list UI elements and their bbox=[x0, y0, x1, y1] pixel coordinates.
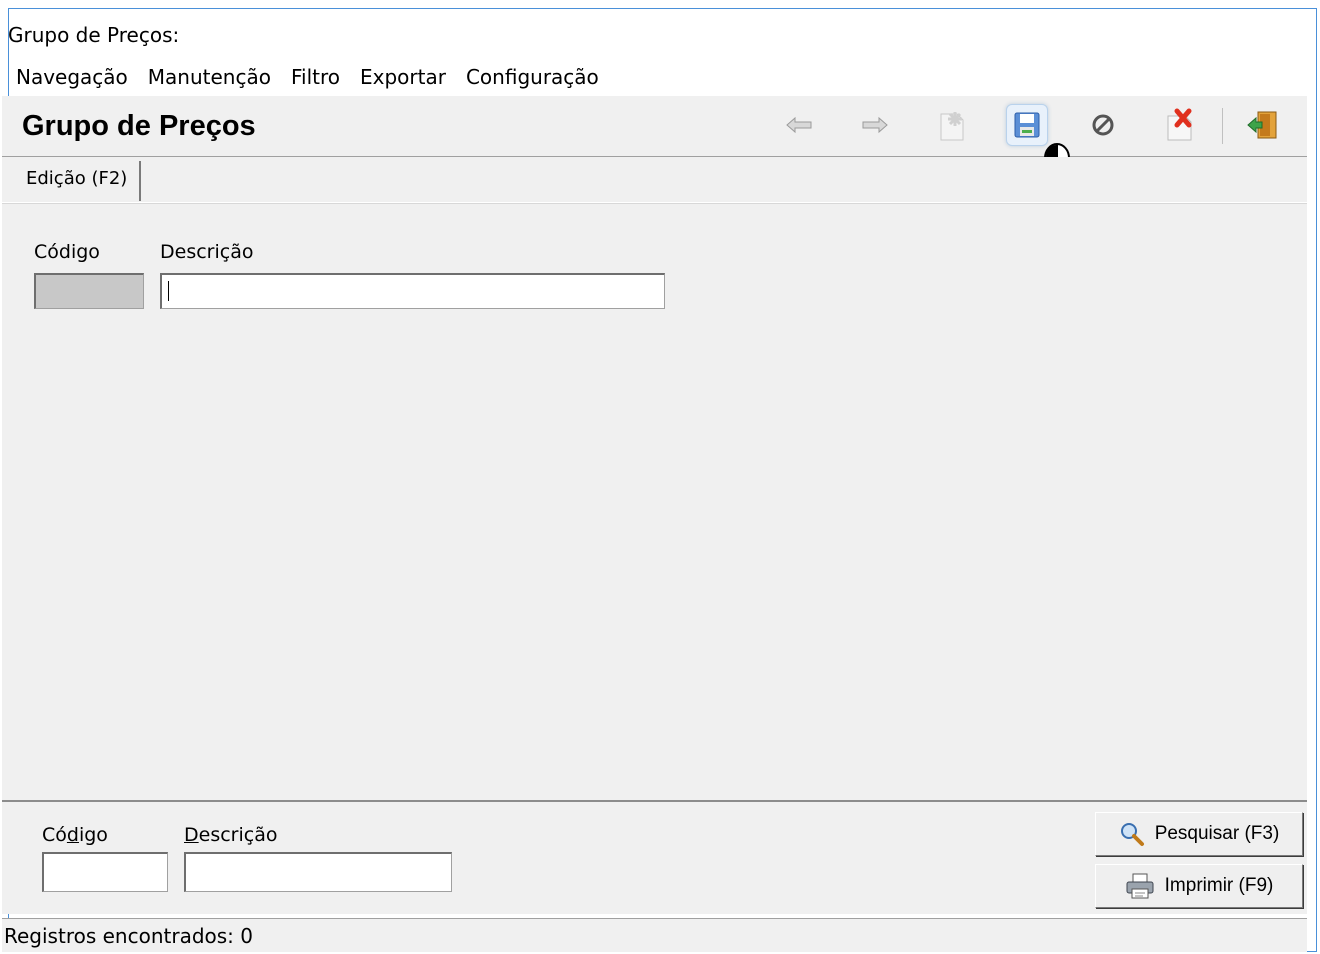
status-bar: Registros encontrados: 0 bbox=[2, 918, 1307, 952]
window-title: Grupo de Preços: bbox=[8, 23, 180, 47]
search-button-label: Pesquisar (F3) bbox=[1154, 823, 1280, 844]
arrow-left-icon bbox=[786, 116, 812, 134]
menu-filtro[interactable]: Filtro bbox=[281, 58, 350, 98]
page-title: Grupo de Preços bbox=[22, 110, 256, 142]
cancel-button[interactable] bbox=[1082, 104, 1124, 146]
tab-strip: Edição (F2) bbox=[2, 157, 1307, 203]
delete-button[interactable] bbox=[1158, 104, 1200, 146]
cancel-icon bbox=[1092, 114, 1114, 136]
descricao-label: Descrição bbox=[160, 241, 254, 263]
new-button[interactable] bbox=[930, 104, 972, 146]
menu-manutencao[interactable]: Manutenção bbox=[138, 58, 281, 98]
print-button-label: Imprimir (F9) bbox=[1164, 875, 1274, 896]
previous-button[interactable] bbox=[778, 104, 820, 146]
delete-icon bbox=[1167, 108, 1192, 141]
search-descricao-label: Descrição bbox=[184, 824, 278, 846]
descricao-field[interactable] bbox=[160, 273, 665, 309]
search-codigo-input[interactable] bbox=[42, 852, 168, 892]
search-button[interactable]: Pesquisar (F3) bbox=[1095, 812, 1303, 856]
save-icon bbox=[1014, 112, 1040, 138]
new-record-icon bbox=[940, 112, 964, 141]
header-bar: Grupo de Preços bbox=[2, 96, 1307, 173]
search-descricao-input[interactable] bbox=[184, 852, 452, 892]
toolbar-separator bbox=[1222, 108, 1223, 144]
next-button[interactable] bbox=[854, 104, 896, 146]
codigo-field bbox=[34, 273, 144, 309]
exit-button[interactable] bbox=[1242, 104, 1284, 146]
menu-bar: Navegação Manutenção Filtro Exportar Con… bbox=[6, 58, 609, 98]
search-panel: Código Descrição Pesquisar (F3) Imprimir… bbox=[2, 800, 1307, 914]
tab-edicao[interactable]: Edição (F2) bbox=[14, 161, 142, 201]
edit-panel: Código Descrição bbox=[2, 202, 1307, 801]
text-caret bbox=[168, 281, 169, 301]
menu-navegacao[interactable]: Navegação bbox=[6, 58, 138, 98]
search-icon bbox=[1120, 823, 1144, 846]
menu-configuracao[interactable]: Configuração bbox=[456, 58, 609, 98]
search-codigo-label: Código bbox=[42, 824, 108, 846]
printer-icon bbox=[1126, 873, 1154, 899]
menu-exportar[interactable]: Exportar bbox=[350, 58, 456, 98]
print-button[interactable]: Imprimir (F9) bbox=[1095, 864, 1303, 908]
exit-icon bbox=[1247, 111, 1277, 139]
codigo-label: Código bbox=[34, 241, 100, 263]
arrow-right-icon bbox=[862, 116, 888, 134]
